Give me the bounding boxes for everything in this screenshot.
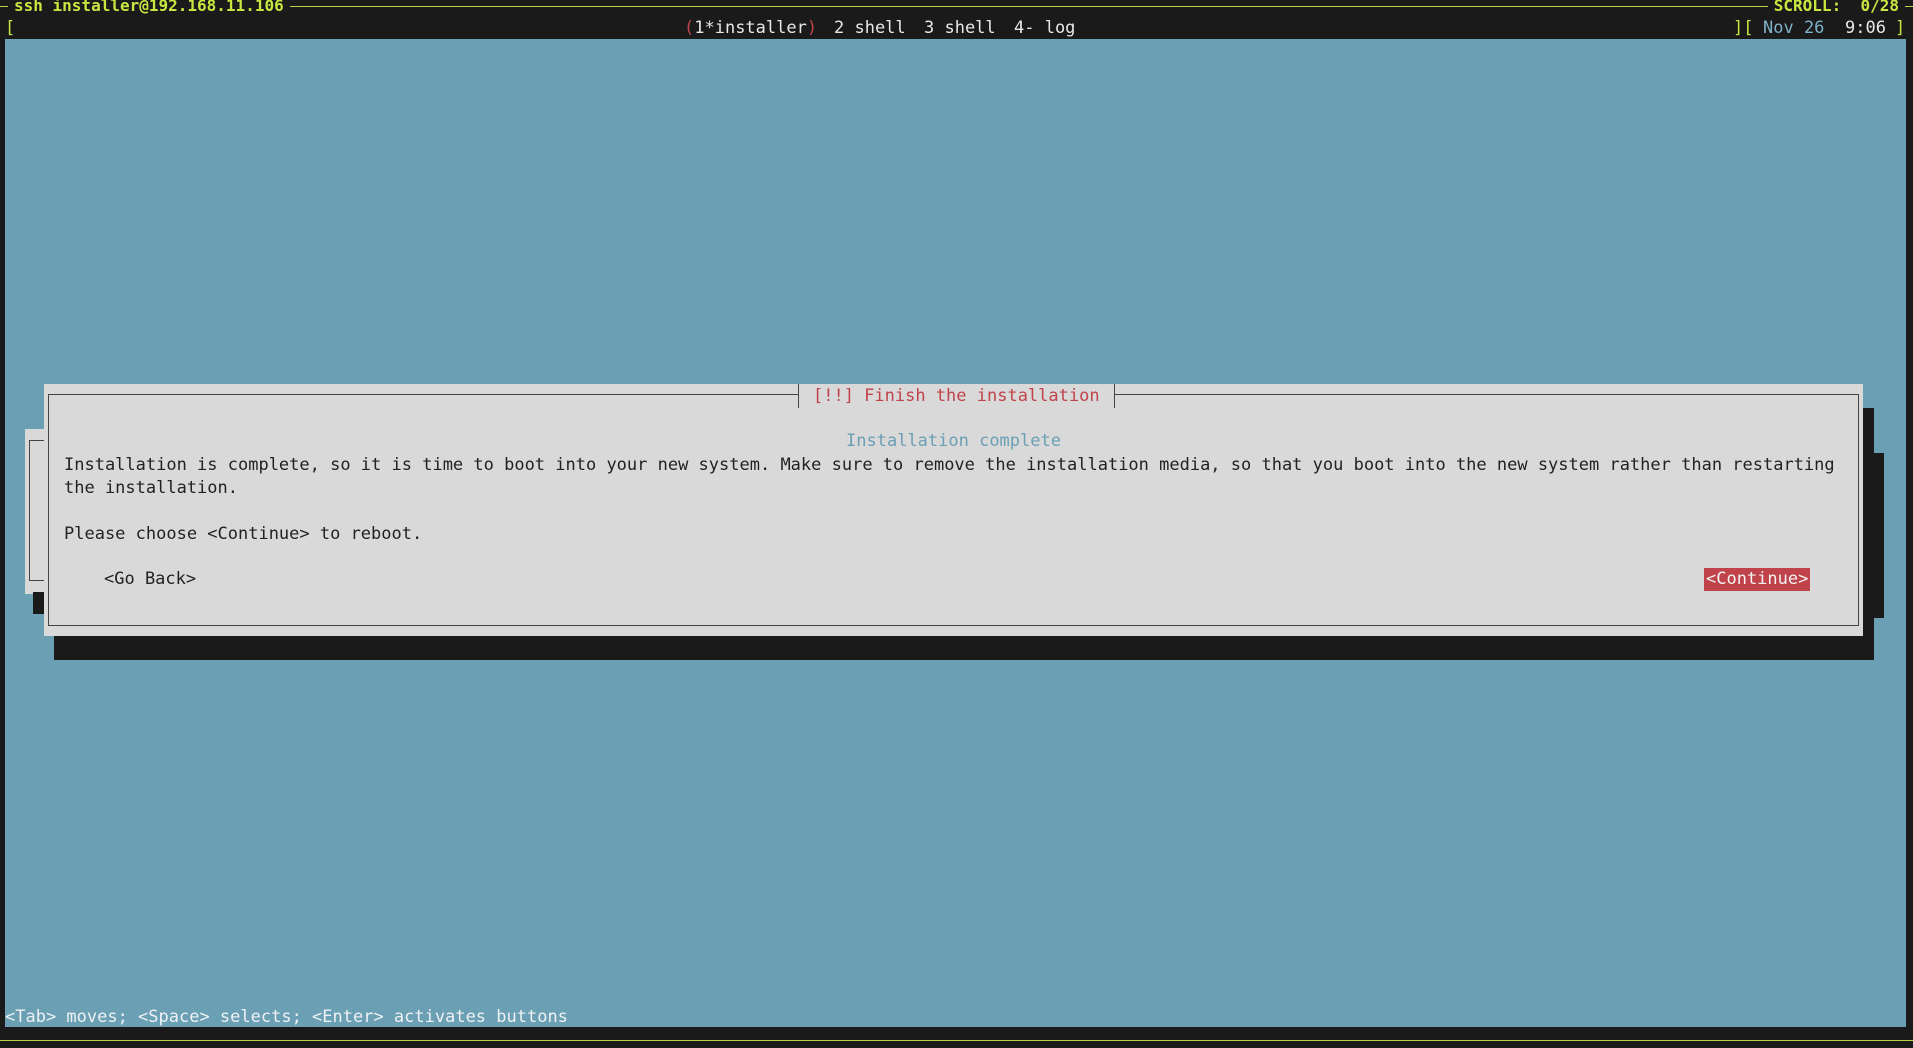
dialog-shadow-right <box>1863 408 1874 636</box>
status-time: 9:06 <box>1845 18 1886 38</box>
dialog-shadow-bottom <box>54 636 1874 660</box>
scroll-indicator: SCROLL: 0/28 <box>1767 0 1905 16</box>
window-title: ssh installer@192.168.11.106 <box>8 0 290 16</box>
status-line: [ (1*installer) 2 shell 3 shell 4- log ]… <box>0 17 1913 39</box>
keyboard-help-line: <Tab> moves; <Space> selects; <Enter> ac… <box>5 1007 568 1027</box>
dialog-title: [!!] Finish the installation <box>798 384 1115 408</box>
tab-close-paren: ) <box>806 18 818 38</box>
dialog-message: Installation is complete, so it is time … <box>64 455 1835 498</box>
bottom-rule <box>0 1040 1913 1041</box>
status-date: Nov 26 <box>1763 18 1825 38</box>
terminal-title-bar: ssh installer@192.168.11.106 SCROLL: 0/2… <box>0 0 1913 16</box>
terminal-window: ssh installer@192.168.11.106 SCROLL: 0/2… <box>0 0 1913 1048</box>
go-back-button[interactable]: <Go Back> <box>104 568 196 591</box>
tab-label: 1*installer <box>694 18 807 38</box>
background-dialog-shadow-right <box>1874 453 1884 618</box>
status-right-bracket-close: ] <box>1895 18 1906 38</box>
continue-button[interactable]: <Continue> <box>1704 568 1811 591</box>
tab-installer[interactable]: (1*installer) <box>684 17 817 39</box>
background-dialog-edge <box>25 429 48 594</box>
status-right-bracket-open: ][ <box>1733 18 1754 38</box>
tab-log[interactable]: 4- log <box>1014 17 1075 39</box>
dialog-heading: Installation complete <box>846 431 1061 451</box>
tab-shell-2[interactable]: 2 shell <box>834 17 906 39</box>
dialog-prompt: Please choose <Continue> to reboot. <box>64 524 423 544</box>
tab-open-paren: ( <box>684 18 695 38</box>
finish-installation-dialog: [!!] Finish the installation Installatio… <box>44 384 1863 636</box>
dialog-frame <box>48 394 1859 626</box>
status-left-bracket: [ <box>5 18 16 38</box>
tab-shell-3[interactable]: 3 shell <box>924 17 996 39</box>
